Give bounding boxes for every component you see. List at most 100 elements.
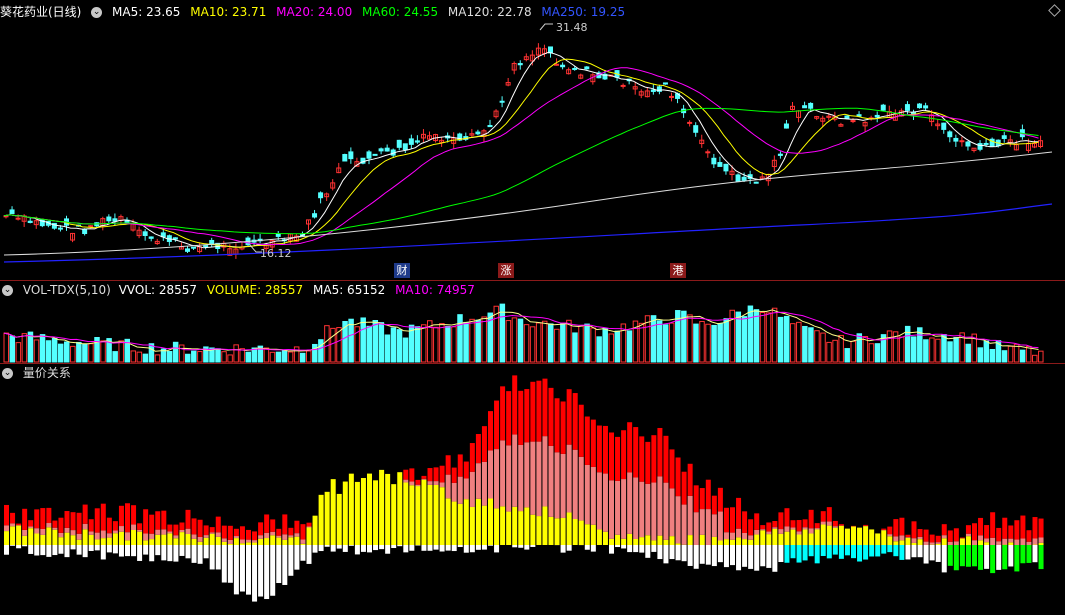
relation-bar-yellow [857, 527, 863, 545]
relation-bar-red [633, 427, 639, 478]
candle-body [783, 123, 789, 129]
relation-bar-yellow [137, 531, 143, 545]
candle-body [1001, 135, 1007, 139]
volume-bar [669, 322, 675, 363]
relation-bar-red [947, 530, 953, 542]
relation-bar-red [651, 435, 657, 483]
relation-bar-negative [699, 545, 705, 564]
relation-bar-negative [28, 545, 34, 554]
candle-body [82, 228, 88, 234]
relation-bar-pink [929, 542, 935, 545]
candlestick-chart[interactable] [0, 0, 1065, 280]
relation-bar-negative [869, 545, 875, 557]
relation-bar-yellow [288, 537, 294, 545]
relation-bar-red [4, 504, 9, 526]
volume-bar [832, 339, 838, 363]
candle-body [983, 142, 989, 145]
relation-bar-yellow [4, 531, 9, 545]
relation-bar-negative [772, 545, 778, 572]
relation-bar-negative [929, 545, 935, 561]
volume-bar [142, 353, 149, 363]
relation-bar-negative [70, 545, 76, 550]
relation-bar-negative [403, 545, 409, 553]
candle-body [947, 131, 953, 138]
relation-bar-red [766, 522, 772, 532]
relation-bar-yellow [814, 529, 820, 545]
volume-bar [529, 326, 536, 363]
relation-bar-negative [941, 545, 947, 573]
volume-bar [57, 343, 64, 363]
marker-finance[interactable]: 财 [394, 263, 410, 278]
relation-bar-yellow [312, 515, 318, 545]
relation-bar-pink [191, 534, 197, 539]
volume-bar [796, 321, 802, 363]
marker-hk-connect[interactable]: 港 [670, 263, 686, 278]
candle-body [965, 141, 971, 147]
relation-bar-red [439, 465, 445, 483]
relation-bar-yellow [717, 540, 723, 545]
relation-bar-negative [917, 545, 923, 558]
relation-bar-pink [294, 533, 300, 537]
volume-bar [662, 324, 669, 363]
relation-bar-red [881, 528, 887, 530]
relation-bar-yellow [669, 536, 675, 545]
relation-bar-red [984, 525, 990, 539]
relation-bar-red [173, 524, 179, 536]
relation-bar-yellow [917, 539, 923, 545]
volume-bar [983, 340, 990, 363]
relation-bar-negative [379, 545, 385, 550]
marker-limit-up[interactable]: 涨 [498, 263, 514, 278]
relation-bar-red [233, 528, 239, 537]
relation-bar-negative [312, 545, 318, 553]
volume-bar [21, 333, 28, 363]
relation-bar-negative [832, 545, 838, 555]
relation-bar-negative [469, 545, 475, 553]
relation-bar-red [935, 535, 941, 543]
volume-bar [856, 333, 863, 363]
relation-bar-pink [917, 536, 923, 540]
relation-bar-pink [457, 476, 463, 504]
relation-bar-yellow [10, 526, 16, 545]
relation-bar-yellow [342, 481, 348, 545]
relation-bar-pink [415, 484, 421, 487]
relation-bar-negative [1008, 545, 1014, 567]
relation-bar-red [621, 430, 627, 480]
relation-bar-yellow [754, 534, 760, 545]
relation-bar-yellow [203, 537, 209, 545]
relation-bar-yellow [215, 536, 221, 545]
relation-bar-negative [494, 545, 500, 553]
relation-bar-red [246, 529, 251, 540]
relation-bar-yellow [554, 518, 560, 545]
relation-bar-red [457, 454, 463, 477]
relation-bar-pink [28, 526, 34, 529]
candle-body [366, 151, 372, 159]
relation-bar-yellow [336, 493, 342, 545]
volume-bar [608, 333, 614, 363]
relation-bar-pink [772, 527, 778, 529]
candle-body [517, 63, 523, 66]
relation-bar-red [427, 468, 433, 482]
relation-bar-yellow [512, 506, 518, 545]
relation-bar-red [784, 508, 790, 527]
relation-bar-pink [832, 526, 838, 528]
volume-price-relation-chart[interactable] [0, 364, 1065, 615]
relation-bar-yellow [385, 473, 391, 545]
relation-bar-pink [1026, 541, 1032, 545]
relation-bar-red [518, 390, 524, 445]
volume-bar [935, 338, 941, 363]
relation-bar-pink [494, 449, 500, 509]
relation-bar-yellow [524, 507, 530, 545]
volume-bar [741, 316, 748, 363]
relation-bar-yellow [615, 534, 621, 545]
volume-chart[interactable] [0, 281, 1065, 363]
relation-bar-red [748, 519, 754, 536]
relation-bar-negative [64, 545, 70, 558]
ma20-line [3, 67, 1039, 246]
relation-bar-negative [844, 545, 850, 556]
relation-bar-red [28, 520, 34, 527]
candle-body [711, 157, 717, 165]
relation-bar-pink [639, 481, 645, 538]
relation-bar-negative [106, 545, 112, 553]
volume-bar [1038, 350, 1044, 363]
relation-bar-red [415, 479, 421, 485]
